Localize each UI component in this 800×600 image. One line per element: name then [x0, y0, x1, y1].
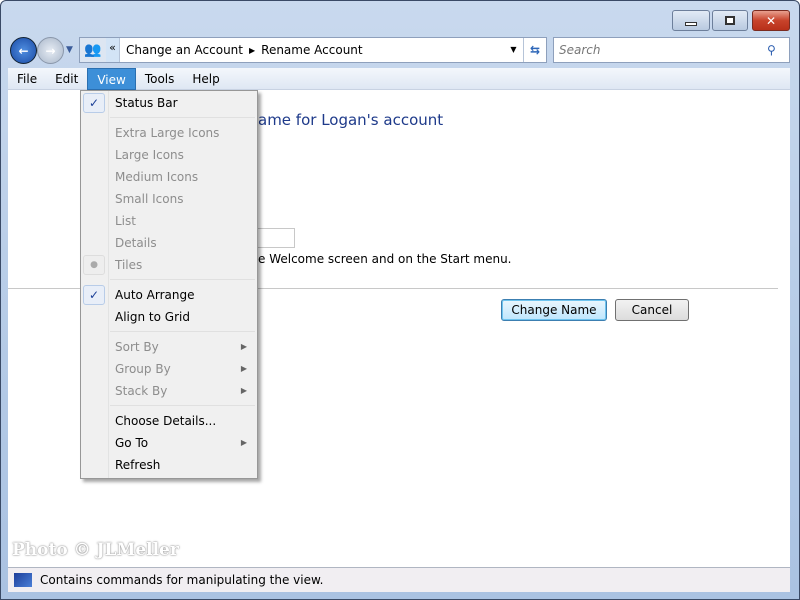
user-accounts-icon: 👥	[80, 38, 106, 62]
menu-item-status-bar[interactable]: ✓ Status Bar	[81, 92, 257, 114]
radio-bullet-icon: ●	[83, 255, 105, 275]
menu-item-label: Align to Grid	[115, 310, 190, 324]
menu-item-label: Tiles	[115, 258, 143, 272]
menu-item-large-icons[interactable]: Large Icons	[81, 144, 257, 166]
submenu-arrow-icon: ▶	[240, 386, 247, 395]
view-menu: ✓ Status Bar Extra Large Icons Large Icons M…	[80, 90, 258, 479]
menu-item-label: Sort By	[115, 340, 159, 354]
page-heading: ame for Logan's account	[258, 111, 444, 129]
menu-separator	[81, 114, 257, 122]
checkmark-icon: ✓	[83, 285, 105, 305]
menu-item-label: Choose Details...	[115, 414, 217, 428]
maximize-button[interactable]	[712, 10, 748, 31]
menu-item-label: List	[115, 214, 136, 228]
menu-item-label: Medium Icons	[115, 170, 199, 184]
menu-item-label: Stack By	[115, 384, 168, 398]
menu-item-label: Small Icons	[115, 192, 184, 206]
menu-item-label: Refresh	[115, 458, 161, 472]
checkmark-icon: ✓	[83, 93, 105, 113]
cancel-button[interactable]: Cancel	[615, 299, 689, 321]
menu-file[interactable]: File	[8, 68, 46, 90]
menu-item-sort-by[interactable]: Sort By ▶	[81, 336, 257, 358]
overflow-chevron[interactable]: «	[106, 38, 120, 62]
menu-item-details[interactable]: Details	[81, 232, 257, 254]
menu-item-medium-icons[interactable]: Medium Icons	[81, 166, 257, 188]
menu-bar: File Edit View Tools Help	[8, 67, 790, 90]
search-icon[interactable]: ⚲	[767, 43, 789, 57]
search-box[interactable]: Search ⚲	[553, 37, 790, 63]
name-note: e Welcome screen and on the Start menu.	[258, 252, 512, 266]
menu-edit[interactable]: Edit	[46, 68, 87, 90]
menu-item-label: Details	[115, 236, 157, 250]
submenu-arrow-icon: ▶	[240, 364, 247, 373]
recent-pages-dropdown-icon[interactable]: ▼	[66, 45, 73, 55]
menu-item-tiles[interactable]: ● Tiles	[81, 254, 257, 276]
menu-tools[interactable]: Tools	[136, 68, 184, 90]
menu-item-align-to-grid[interactable]: Align to Grid	[81, 306, 257, 328]
watermark: Photo © JLMeller	[12, 540, 179, 560]
menu-item-list[interactable]: List	[81, 210, 257, 232]
close-icon: ✕	[765, 13, 777, 28]
submenu-arrow-icon: ▶	[240, 438, 247, 447]
menu-item-go-to[interactable]: Go To ▶	[81, 432, 257, 454]
back-button[interactable]: ←	[10, 37, 37, 64]
menu-item-label: Status Bar	[115, 96, 178, 110]
menu-item-label: Auto Arrange	[115, 288, 195, 302]
forward-button[interactable]: →	[37, 37, 64, 64]
search-input[interactable]: Search	[559, 43, 767, 57]
refresh-icon[interactable]: ⇆	[524, 43, 546, 57]
maximize-icon	[725, 16, 735, 25]
menu-item-extra-large-icons[interactable]: Extra Large Icons	[81, 122, 257, 144]
menu-separator	[81, 328, 257, 336]
navigation-buttons: ← → ▼	[10, 37, 76, 65]
menu-item-label: Group By	[115, 362, 171, 376]
status-bar: Contains commands for manipulating the v…	[8, 567, 790, 592]
menu-separator	[81, 276, 257, 284]
menu-item-refresh[interactable]: Refresh	[81, 454, 257, 476]
address-bar[interactable]: 👥 « Change an Account ▶ Rename Account ▼…	[79, 37, 547, 63]
breadcrumb-change-account[interactable]: Change an Account	[120, 43, 249, 57]
minimize-button[interactable]	[672, 10, 710, 31]
status-text: Contains commands for manipulating the v…	[40, 573, 324, 587]
breadcrumb-rename-account[interactable]: Rename Account	[255, 43, 368, 57]
menu-item-label: Large Icons	[115, 148, 184, 162]
menu-item-group-by[interactable]: Group By ▶	[81, 358, 257, 380]
close-button[interactable]: ✕	[752, 10, 790, 31]
menu-view[interactable]: View	[87, 67, 136, 90]
menu-item-label: Go To	[115, 436, 149, 450]
menu-item-stack-by[interactable]: Stack By ▶	[81, 380, 257, 402]
menu-item-auto-arrange[interactable]: ✓ Auto Arrange	[81, 284, 257, 306]
menu-item-label: Extra Large Icons	[115, 126, 220, 140]
change-name-button[interactable]: Change Name	[501, 299, 607, 321]
status-icon	[14, 573, 32, 587]
address-dropdown-icon[interactable]: ▼	[504, 38, 524, 62]
menu-separator	[81, 402, 257, 410]
submenu-arrow-icon: ▶	[240, 342, 247, 351]
menu-item-choose-details[interactable]: Choose Details...	[81, 410, 257, 432]
minimize-icon	[685, 21, 697, 26]
menu-help[interactable]: Help	[183, 68, 228, 90]
menu-item-small-icons[interactable]: Small Icons	[81, 188, 257, 210]
